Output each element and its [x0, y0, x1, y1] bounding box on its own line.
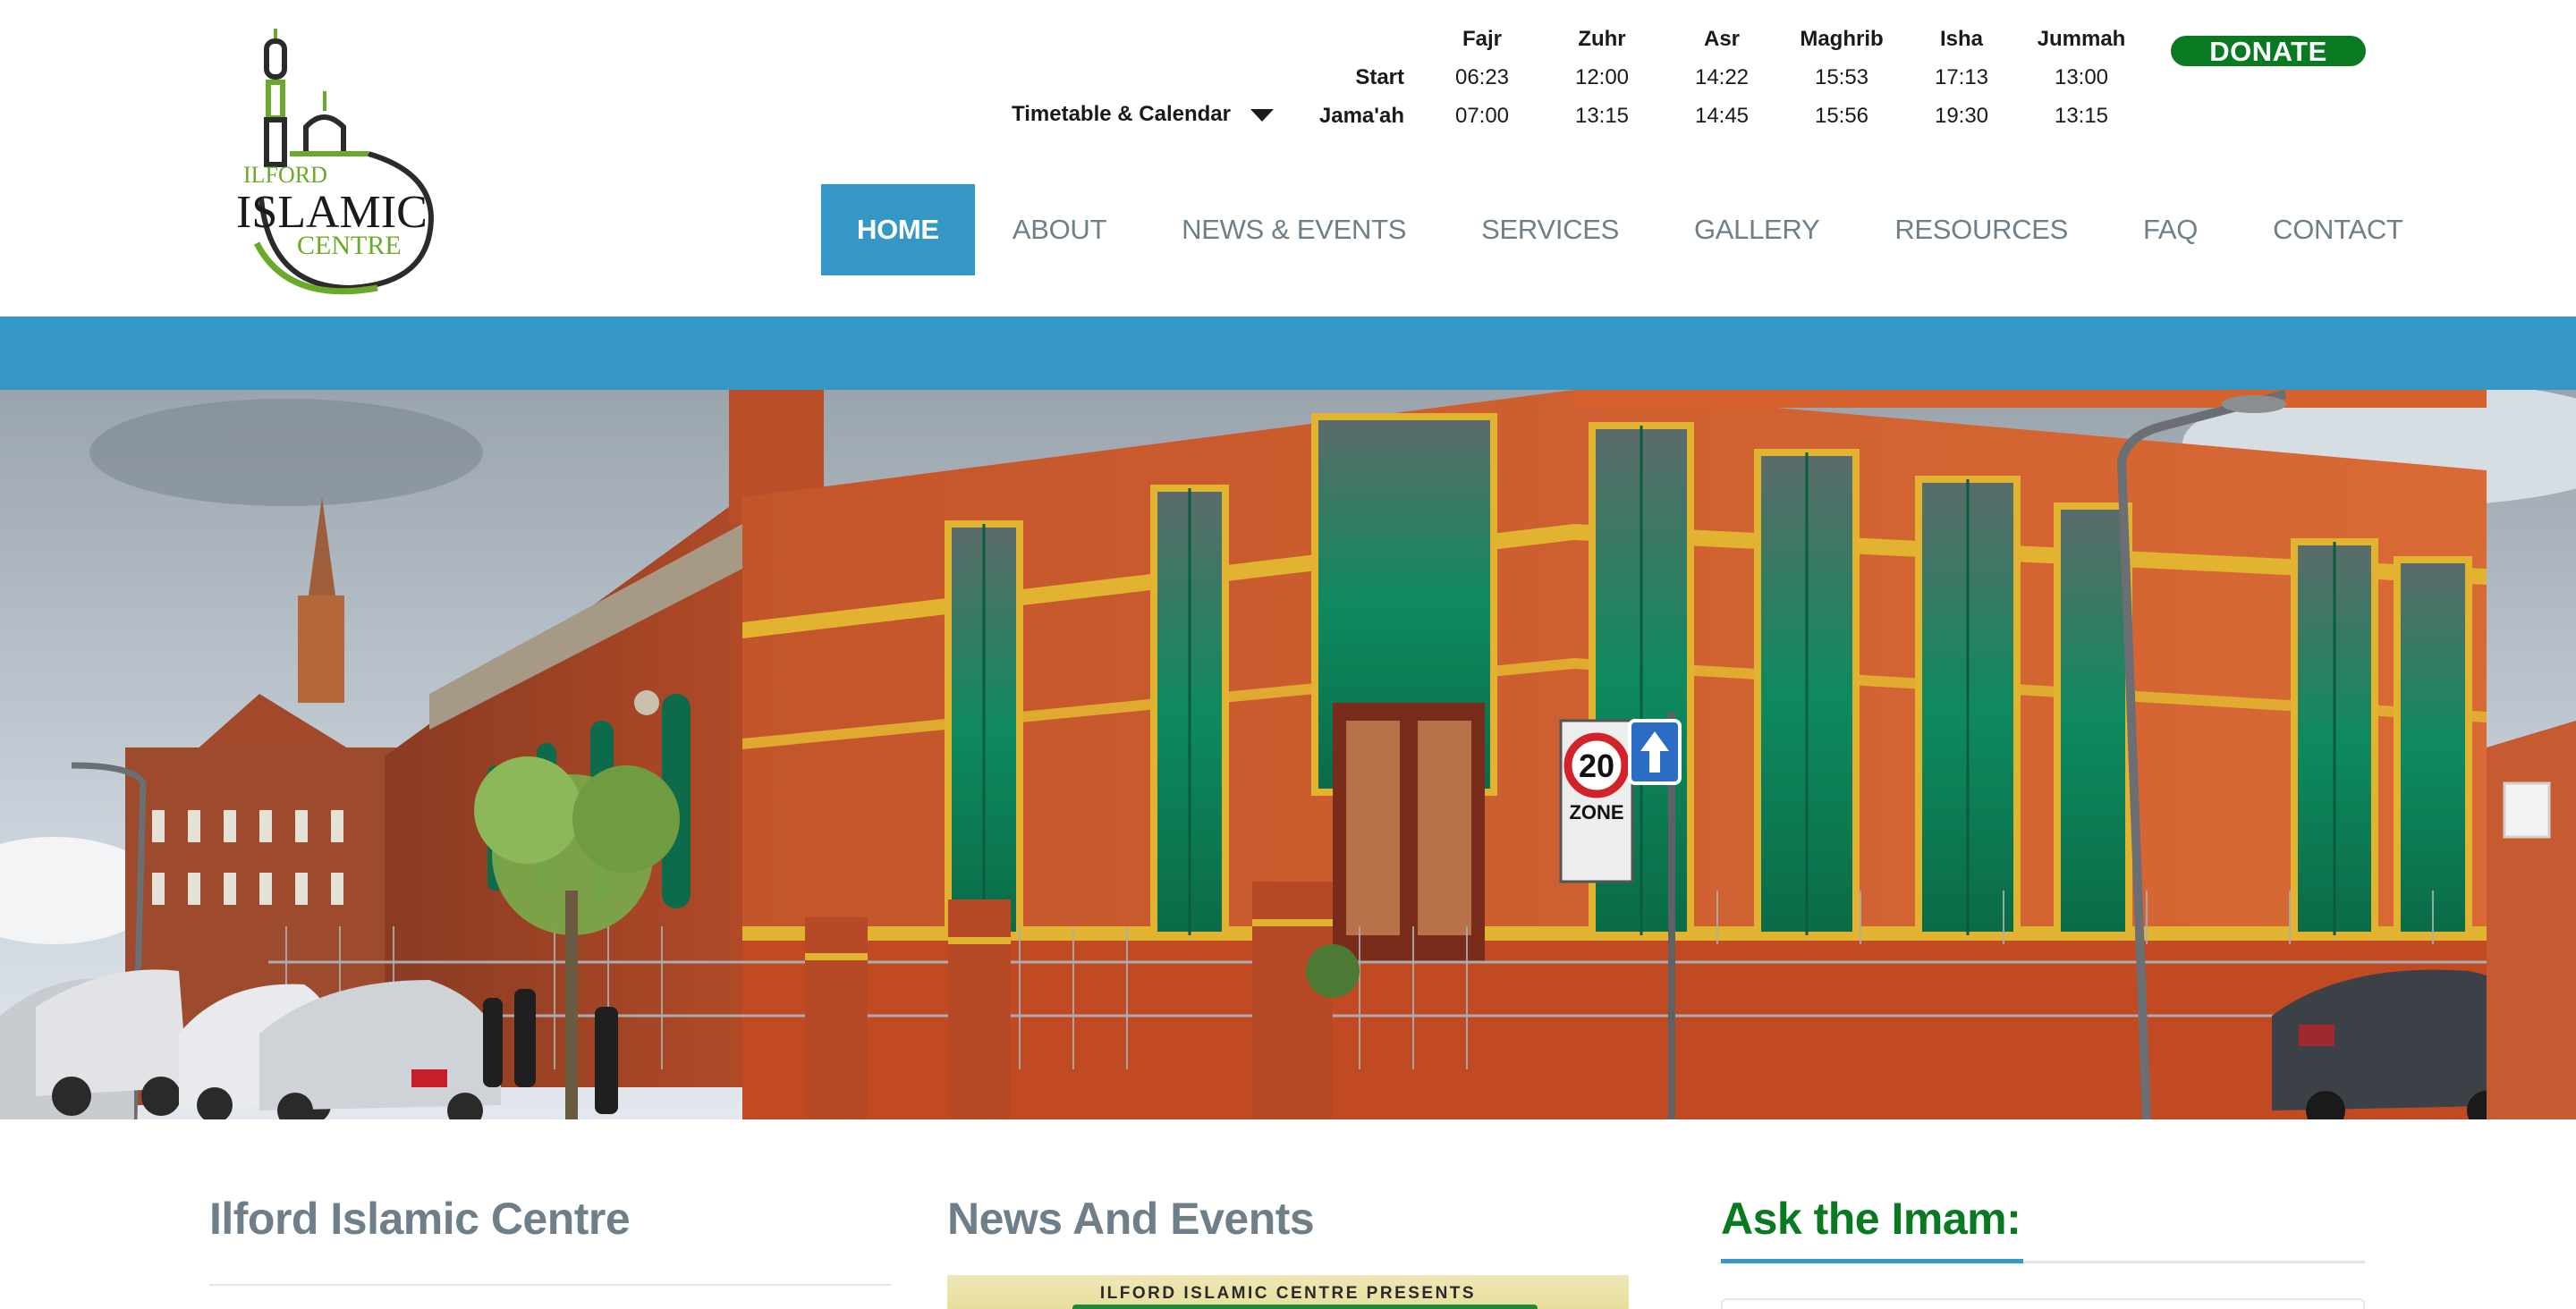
prayer-time: 13:15 — [2054, 103, 2109, 128]
prayer-time: 19:30 — [1934, 103, 1989, 128]
main-nav: HOME ABOUT NEWS & EVENTS SERVICES GALLER… — [821, 184, 2441, 275]
prayer-row-label: Jama'ah — [1318, 103, 1404, 128]
nav-news-events[interactable]: NEWS & EVENTS — [1144, 184, 1444, 275]
prayer-time: 14:22 — [1694, 64, 1750, 89]
prayer-time: 15:53 — [1814, 64, 1869, 89]
prayer-time: 13:00 — [2054, 64, 2109, 89]
timetable-calendar-dropdown[interactable]: Timetable & Calendar — [1012, 102, 1274, 127]
svg-text:CENTRE: CENTRE — [297, 231, 402, 260]
prayer-time: 17:13 — [1934, 64, 1989, 89]
site-header: ILFORD ISLAMIC CENTRE Timetable & Calend… — [0, 0, 2576, 317]
site-logo[interactable]: ILFORD ISLAMIC CENTRE — [234, 20, 440, 302]
nav-contact[interactable]: CONTACT — [2235, 184, 2440, 275]
nav-resources[interactable]: RESOURCES — [1857, 184, 2106, 275]
donate-button[interactable]: DONATE — [2171, 36, 2366, 66]
mosque-logo-icon: ILFORD ISLAMIC CENTRE — [236, 29, 435, 295]
accent-band — [0, 317, 2576, 390]
svg-text:ILFORD: ILFORD — [243, 162, 327, 188]
about-section-divider — [209, 1284, 891, 1286]
about-section-title: Ilford Islamic Centre — [209, 1194, 631, 1244]
speed-limit-number: 20 — [1579, 747, 1614, 784]
timetable-calendar-label: Timetable & Calendar — [1012, 102, 1231, 126]
prayer-col-isha: Isha — [1939, 26, 1984, 51]
prayer-row-label: Start — [1355, 64, 1404, 89]
prayer-time: 06:23 — [1454, 64, 1510, 89]
prayer-time: 15:56 — [1814, 103, 1869, 128]
ask-imam-title: Ask the Imam: — [1721, 1194, 2021, 1244]
mosque-building-photo: 20 ZONE — [0, 390, 2576, 1119]
nav-about[interactable]: ABOUT — [975, 184, 1144, 275]
nav-faq[interactable]: FAQ — [2106, 184, 2235, 275]
prayer-jamaah-row: Jama'ah 07:00 13:15 14:45 15:56 19:30 13… — [1306, 97, 2141, 135]
prayer-time: 07:00 — [1454, 103, 1510, 128]
prayer-col-jummah: Jummah — [2037, 26, 2126, 51]
prayer-time: 12:00 — [1574, 64, 1630, 89]
prayer-col-maghrib: Maghrib — [1800, 26, 1884, 51]
speed-limit-zone: ZONE — [1569, 801, 1623, 823]
nav-gallery[interactable]: GALLERY — [1657, 184, 1857, 275]
prayer-col-fajr: Fajr — [1462, 26, 1502, 51]
nav-services[interactable]: SERVICES — [1444, 184, 1657, 275]
prayer-times-header-row: Fajr Zuhr Asr Maghrib Isha Jummah — [1306, 20, 2141, 58]
poster-title-banner — [1072, 1305, 1538, 1309]
prayer-times-table: Fajr Zuhr Asr Maghrib Isha Jummah Start … — [1306, 20, 2141, 135]
nav-home[interactable]: HOME — [821, 184, 975, 275]
prayer-col-zuhr: Zuhr — [1578, 26, 1626, 51]
ask-imam-form-box[interactable] — [1721, 1298, 2365, 1309]
hero-image: 20 ZONE — [0, 390, 2576, 1119]
news-section-title: News And Events — [947, 1194, 1315, 1244]
prayer-col-asr: Asr — [1703, 26, 1741, 51]
news-event-poster[interactable]: ILFORD ISLAMIC CENTRE PRESENTS — [947, 1275, 1629, 1309]
poster-caption: ILFORD ISLAMIC CENTRE PRESENTS — [1099, 1284, 1477, 1303]
caret-down-icon — [1250, 109, 1274, 122]
prayer-times-corner — [1306, 20, 1422, 58]
prayer-start-row: Start 06:23 12:00 14:22 15:53 17:13 13:0… — [1306, 58, 2141, 97]
prayer-time: 13:15 — [1574, 103, 1630, 128]
ask-imam-accent-line — [1721, 1259, 2023, 1263]
prayer-time: 14:45 — [1694, 103, 1750, 128]
